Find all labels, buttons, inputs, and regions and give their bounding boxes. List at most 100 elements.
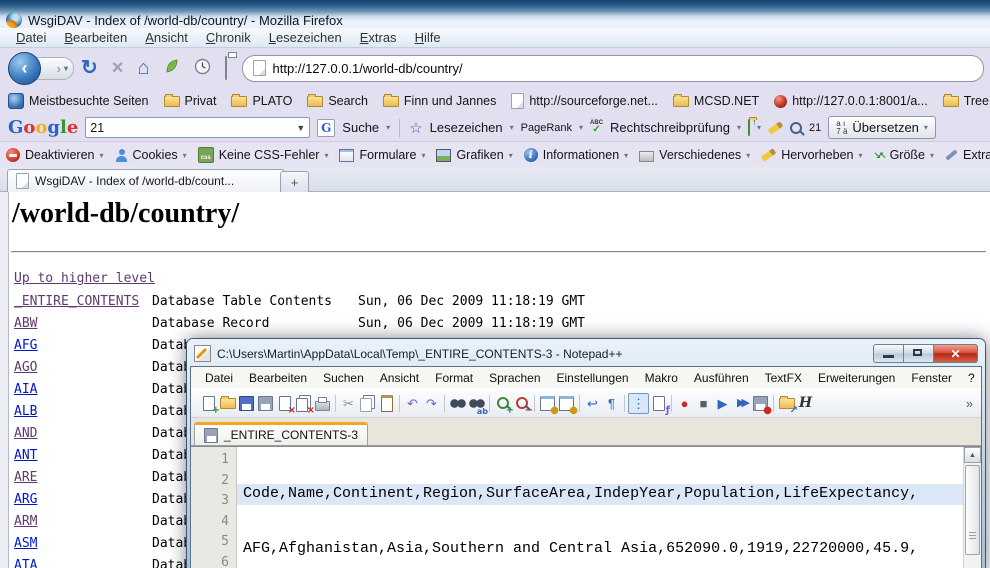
np-menu-suchen[interactable]: Suchen (315, 369, 372, 387)
record-macro-icon[interactable]: ● (675, 394, 694, 413)
open-file-icon[interactable] (218, 394, 237, 413)
webdev-cookies[interactable]: Cookies▾ (115, 148, 187, 162)
scrollbar-thumb[interactable] (965, 465, 980, 555)
minimize-button[interactable] (873, 344, 904, 363)
url-bar[interactable]: http://127.0.0.1/world-db/country/ (242, 55, 984, 82)
np-menu-ausfuehren[interactable]: Ausführen (686, 369, 757, 387)
bookmark-folder-finn-und-jannes[interactable]: Finn und Jannes (383, 94, 496, 108)
menu-item-lesezeichen[interactable]: Lesezeichen (261, 29, 350, 46)
np-menu-bearbeiten[interactable]: Bearbeiten (241, 369, 315, 387)
bookmark-localhost-8001[interactable]: http://127.0.0.1:8001/a... (774, 94, 928, 108)
spellcheck-icon[interactable] (590, 121, 603, 134)
restore-button[interactable] (904, 344, 934, 363)
notepad-titlebar[interactable]: C:\Users\Martin\AppData\Local\Temp\_ENTI… (190, 340, 982, 366)
np-menu-fenster[interactable]: Fenster (903, 369, 960, 387)
webdev-tools[interactable]: Extras▾ (945, 148, 990, 162)
pagerank-widget[interactable]: PageRank (521, 122, 572, 134)
menu-item-datei[interactable]: Datei (8, 29, 54, 46)
paste-icon[interactable] (377, 394, 396, 413)
back-button[interactable]: ‹ (8, 52, 41, 85)
menu-item-ansicht[interactable]: Ansicht (137, 29, 196, 46)
entry-link[interactable]: ABW (14, 316, 37, 331)
copy-icon[interactable] (358, 394, 377, 413)
reload-icon[interactable]: ↻ (81, 58, 98, 78)
close-file-icon[interactable]: × (275, 394, 294, 413)
webdev-forms[interactable]: Formulare▾ (339, 148, 425, 162)
menu-item-hilfe[interactable]: Hilfe (407, 29, 449, 46)
search-dropdown-icon[interactable]: ▼ (296, 123, 305, 133)
entry-link[interactable]: ASM (14, 536, 37, 551)
close-button[interactable]: ✕ (934, 344, 978, 363)
entry-link[interactable]: AFG (14, 338, 37, 353)
vertical-scrollbar[interactable]: ▲ (963, 447, 981, 568)
zoom-out-icon[interactable]: − (512, 394, 531, 413)
bookmark-folder-mcsd[interactable]: MCSD.NET (673, 94, 759, 108)
np-menu-makro[interactable]: Makro (637, 369, 686, 387)
webdev-disable[interactable]: Deaktivieren▾ (6, 148, 104, 162)
entry-link[interactable]: ANT (14, 448, 37, 463)
word-wrap-icon[interactable]: ↩ (583, 394, 602, 413)
bookmark-star-icon[interactable]: ☆ (409, 119, 422, 137)
browser-tab[interactable]: WsgiDAV - Index of /world-db/count... (7, 169, 285, 192)
bookmark-folder-tree-samples[interactable]: Tree Samples (943, 94, 990, 108)
np-menu-ansicht[interactable]: Ansicht (372, 369, 427, 387)
editor-area[interactable]: 1 2 3 4 5 6 Code,Name,Continent,Region,S… (191, 446, 981, 568)
cut-icon[interactable]: ✂ (339, 394, 358, 413)
save-icon[interactable] (237, 394, 256, 413)
bookmarks-caret-icon[interactable]: ▾ (510, 123, 514, 132)
np-menu-help[interactable]: ? (960, 369, 982, 387)
stop-icon[interactable]: × (112, 58, 124, 78)
bookmark-most-visited[interactable]: Meistbesuchte Seiten (8, 93, 149, 109)
np-menu-format[interactable]: Format (427, 369, 481, 387)
menu-item-chronik[interactable]: Chronik (198, 29, 259, 46)
url-text[interactable]: http://127.0.0.1/world-db/country/ (273, 61, 463, 76)
menu-item-bearbeiten[interactable]: Bearbeiten (56, 29, 135, 46)
sync-scroll-vertical-icon[interactable]: ● (538, 394, 557, 413)
home-icon[interactable]: ⌂ (137, 58, 149, 78)
entry-link[interactable]: _ENTIRE_CONTENTS (14, 294, 139, 309)
show-all-characters-icon[interactable]: ¶ (602, 394, 621, 413)
textfx-h-icon[interactable]: H (796, 394, 815, 413)
save-all-icon[interactable] (256, 394, 275, 413)
stop-macro-icon[interactable]: ■ (694, 394, 713, 413)
zoom-magnifier-icon[interactable] (790, 122, 802, 134)
entry-link[interactable]: AND (14, 426, 37, 441)
toolbar-overflow-icon[interactable]: » (960, 394, 979, 413)
find-replace-icon[interactable]: ab (467, 394, 486, 413)
text-content[interactable]: Code,Name,Continent,Region,SurfaceArea,I… (237, 447, 963, 568)
entry-link[interactable]: ARE (14, 470, 37, 485)
google-search-input[interactable]: 21▼ (85, 117, 310, 138)
close-all-icon[interactable]: × (294, 394, 313, 413)
spellcheck-button[interactable]: Rechtschreibprüfung (610, 120, 730, 135)
sync-scroll-horizontal-icon[interactable]: ● (557, 394, 576, 413)
webdev-resize[interactable]: ↘↖Größe▾ (873, 148, 934, 162)
webdev-miscellaneous[interactable]: Verschiedenes▾ (639, 148, 750, 162)
google-bookmarks-button[interactable]: Lesezeichen (430, 120, 503, 135)
scroll-up-icon[interactable]: ▲ (964, 447, 981, 463)
spellcheck-caret-icon[interactable]: ▾ (737, 123, 741, 132)
clock-icon[interactable] (194, 58, 211, 79)
webdev-outline[interactable]: Hervorheben▾ (761, 148, 862, 162)
entry-link[interactable]: ARM (14, 514, 37, 529)
menu-item-extras[interactable]: Extras (352, 29, 405, 46)
bookmark-folder-privat[interactable]: Privat (164, 94, 217, 108)
function-completion-icon[interactable]: ƒ (649, 394, 668, 413)
zoom-in-icon[interactable]: + (493, 394, 512, 413)
send-to-icon[interactable]: ↑ (748, 120, 750, 135)
np-menu-datei[interactable]: Datei (197, 369, 241, 387)
translate-button[interactable]: a ı7 ä Übersetzen ▾ (828, 116, 936, 139)
pagerank-caret-icon[interactable]: ▾ (579, 123, 583, 132)
send-to-caret-icon[interactable]: ▾ (757, 123, 761, 132)
entry-link[interactable]: AGO (14, 360, 37, 375)
print-icon[interactable] (313, 394, 332, 413)
np-menu-textfx[interactable]: TextFX (757, 369, 810, 387)
new-tab-button[interactable]: + (280, 171, 309, 192)
webdev-css[interactable]: Keine CSS-Fehler▾ (198, 147, 329, 164)
plugins-folder-icon[interactable]: ↗ (777, 394, 796, 413)
search-caret-icon[interactable]: ▾ (386, 123, 390, 132)
bookmark-sourceforge[interactable]: http://sourceforge.net... (511, 93, 658, 109)
bookmark-folder-search[interactable]: Search (307, 94, 368, 108)
up-to-higher-level-link[interactable]: Up to higher level (14, 271, 155, 286)
play-macro-icon[interactable]: ▶ (713, 394, 732, 413)
document-tab[interactable]: _ENTIRE_CONTENTS-3 (194, 422, 368, 445)
